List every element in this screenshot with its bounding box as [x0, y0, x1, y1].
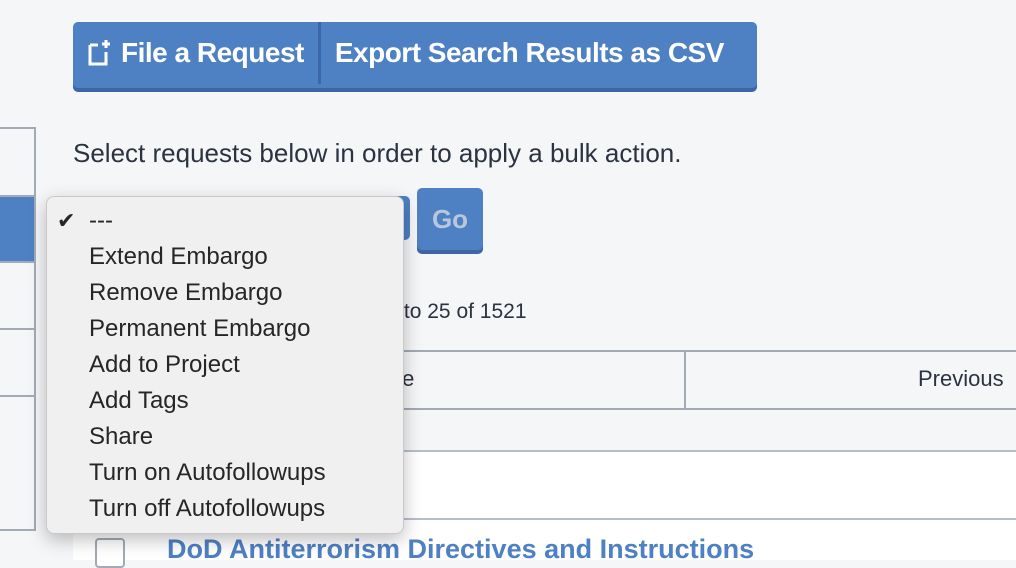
sidebar-item[interactable]	[0, 397, 34, 462]
menu-item-remove-embargo[interactable]: Remove Embargo	[47, 275, 403, 311]
sidebar-item[interactable]	[0, 129, 34, 197]
file-request-label: File a Request	[121, 37, 304, 68]
column-divider	[684, 352, 686, 408]
menu-item-add-to-project[interactable]: Add to Project	[47, 347, 403, 383]
go-button[interactable]: Go	[417, 188, 483, 250]
menu-item-label: ---	[89, 207, 113, 234]
file-request-button[interactable]: File a Request	[73, 22, 318, 84]
sidebar-item[interactable]	[0, 263, 34, 330]
bulk-action-dropdown-menu: ✔ --- Extend Embargo Remove Embargo Perma…	[46, 196, 404, 534]
previous-page-link[interactable]: Previous	[918, 366, 1004, 392]
row-checkbox[interactable]	[95, 538, 125, 568]
sidebar-item[interactable]	[0, 330, 34, 397]
menu-item-turn-on-autofollowups[interactable]: Turn on Autofollowups	[47, 455, 403, 491]
menu-item-extend-embargo[interactable]: Extend Embargo	[47, 239, 403, 275]
request-title-link[interactable]: DoD Antiterrorism Directives and Instruc…	[167, 534, 754, 565]
action-button-group: File a Request Export Search Results as …	[73, 22, 757, 88]
menu-item-permanent-embargo[interactable]: Permanent Embargo	[47, 311, 403, 347]
menu-item-turn-off-autofollowups[interactable]: Turn off Autofollowups	[47, 491, 403, 527]
menu-item-none[interactable]: ✔ ---	[47, 203, 403, 239]
checkmark-icon: ✔	[57, 208, 76, 233]
bulk-action-hint: Select requests below in order to apply …	[73, 138, 682, 168]
new-document-plus-icon	[88, 40, 110, 66]
menu-item-share[interactable]: Share	[47, 419, 403, 455]
export-csv-button[interactable]: Export Search Results as CSV	[317, 22, 738, 84]
menu-item-add-tags[interactable]: Add Tags	[47, 383, 403, 419]
sidebar-item-active[interactable]	[0, 197, 34, 263]
sidebar-filter-list	[0, 127, 36, 531]
